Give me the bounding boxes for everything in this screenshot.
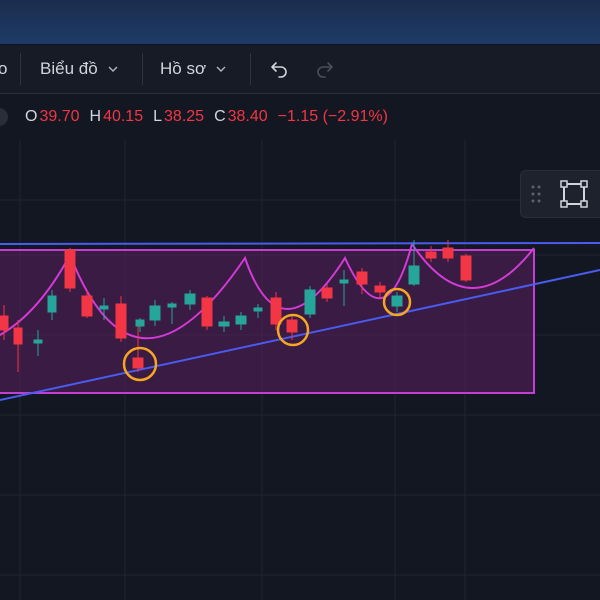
floating-drawing-toolbar bbox=[520, 170, 600, 218]
chart-menu-button[interactable]: Biểu đồ bbox=[40, 45, 118, 93]
chevron-down-icon bbox=[216, 66, 226, 72]
undo-icon bbox=[271, 62, 287, 78]
drag-handle-icon[interactable] bbox=[531, 183, 541, 205]
toolbar-divider bbox=[142, 53, 143, 85]
toolbar-left-fragment-text: o bbox=[0, 59, 8, 78]
profile-menu-button[interactable]: Hồ sơ bbox=[160, 45, 226, 93]
pattern-rectangle[interactable] bbox=[0, 249, 535, 394]
toolbar-divider bbox=[250, 53, 251, 85]
redo-icon bbox=[317, 62, 333, 78]
open-value: 39.70 bbox=[39, 108, 80, 125]
close-label: C bbox=[214, 108, 226, 125]
chevron-down-icon bbox=[108, 66, 118, 72]
low-label: L bbox=[153, 108, 163, 125]
resistance-line[interactable] bbox=[0, 242, 600, 245]
chart-toolbar: o Biểu đồ Hồ sơ bbox=[0, 45, 600, 94]
open-label: O bbox=[25, 108, 38, 125]
candle bbox=[201, 296, 213, 330]
high-label: H bbox=[89, 108, 102, 125]
toolbar-left-fragment[interactable]: o bbox=[0, 45, 7, 93]
candle bbox=[460, 254, 472, 282]
window-title-bar bbox=[0, 0, 600, 45]
legend-toggle[interactable] bbox=[0, 108, 8, 126]
profile-menu-label: Hồ sơ bbox=[160, 59, 207, 78]
high-value: 40.15 bbox=[103, 108, 144, 125]
price-chart[interactable] bbox=[0, 140, 600, 600]
low-value: 38.25 bbox=[164, 108, 205, 125]
rectangle-select-icon[interactable] bbox=[559, 179, 589, 209]
undo-button[interactable] bbox=[268, 45, 290, 93]
toolbar-divider bbox=[20, 53, 21, 85]
candle bbox=[64, 248, 76, 292]
candle bbox=[304, 286, 316, 318]
change-value: −1.15 (−2.91%) bbox=[277, 108, 388, 125]
chart-menu-label: Biểu đồ bbox=[40, 59, 98, 78]
ohlc-legend: O 39.70 H 40.15 L 38.25 C 38.40 −1.15 (−… bbox=[0, 94, 600, 140]
close-value: 38.40 bbox=[227, 108, 268, 125]
redo-button[interactable] bbox=[314, 45, 336, 93]
